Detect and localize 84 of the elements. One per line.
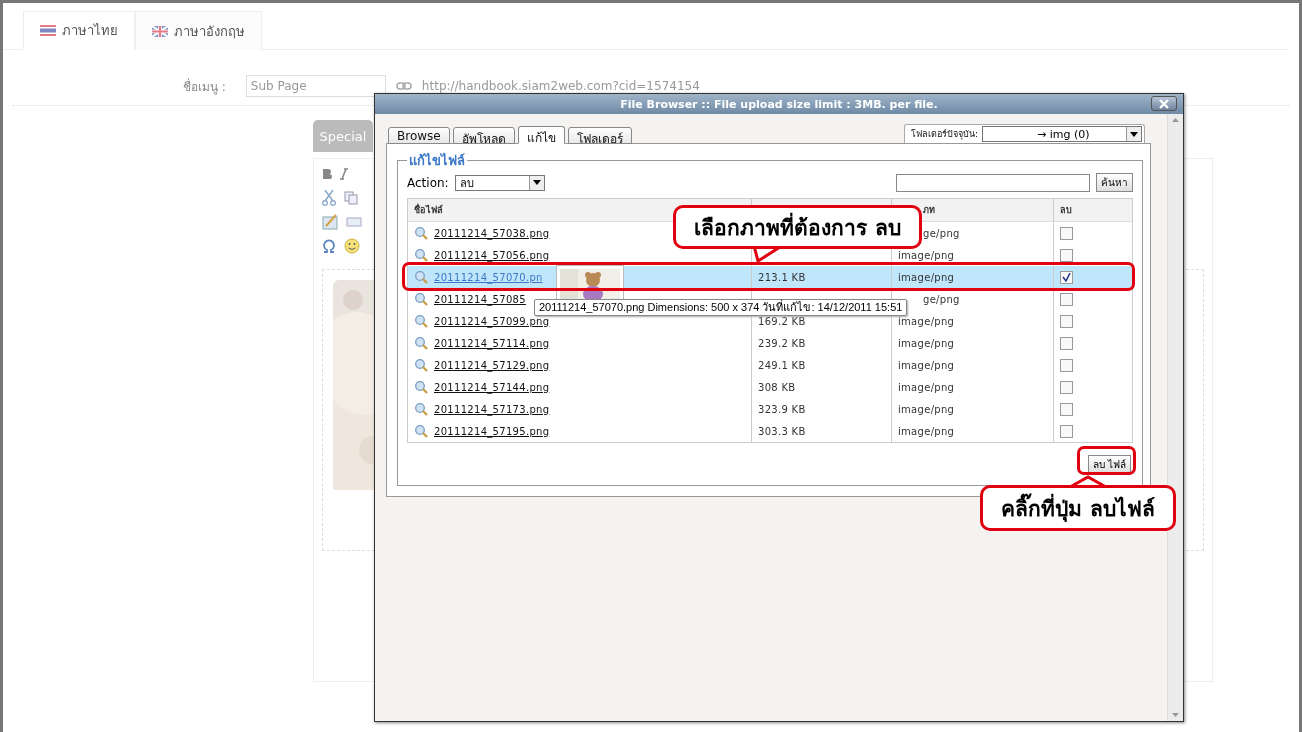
file-link[interactable]: 20111214_57114.png: [434, 337, 550, 349]
copy-icon: [344, 191, 358, 205]
search-icon: [414, 248, 428, 262]
file-link[interactable]: 20111214_57070.pn: [434, 271, 543, 283]
tooltip: 20111214_57070.png Dimensions: 500 x 374 วันที่แก้ไข: 14/12/2011 15:51: [534, 299, 908, 316]
column-header: ชื่อไฟล์: [414, 203, 444, 217]
checkbox[interactable]: [1060, 226, 1073, 240]
file-link[interactable]: 20111214_57099.png: [434, 315, 550, 327]
highlight-ring: [1077, 446, 1136, 475]
checkbox[interactable]: [1060, 314, 1073, 328]
file-type: image/png: [898, 403, 955, 415]
dialog-tab[interactable]: โฟลเดอร์: [567, 127, 632, 144]
file-link[interactable]: 20111214_57129.png: [434, 359, 550, 371]
file-size: 323.9 KB: [758, 403, 806, 415]
file-link[interactable]: 20111214_57144.png: [434, 381, 550, 393]
dialog-tab[interactable]: แก้ไข: [517, 126, 565, 144]
dialog-title: File Browser :: File upload size limit : 3MB. per file.: [620, 97, 938, 111]
flag-icon: [152, 25, 168, 37]
file-size: 169.2 KB: [758, 315, 806, 327]
link-icon: [395, 82, 412, 90]
cut-icon: [322, 190, 336, 206]
column-header: ภท: [922, 204, 936, 217]
checkbox[interactable]: [1060, 336, 1073, 350]
action-label: Action:: [407, 175, 449, 190]
search-icon: [414, 424, 428, 438]
group-title: แก้ไขไฟล์: [408, 152, 466, 170]
file-size: 249.1 KB: [758, 359, 806, 371]
file-size: 213.1 KB: [758, 271, 806, 283]
folder-label: โฟลเดอร์ปัจจุบัน:: [910, 128, 978, 141]
checkbox[interactable]: [1060, 292, 1073, 306]
checkbox[interactable]: [1060, 424, 1073, 438]
search-icon: [414, 336, 428, 350]
file-type: image/png: [898, 271, 955, 283]
file-type: ge/png: [922, 227, 960, 239]
checkbox[interactable]: [1060, 270, 1073, 284]
action-select[interactable]: ลบ: [454, 174, 545, 191]
close-button[interactable]: [1151, 96, 1177, 111]
search-button[interactable]: ค้นหา: [1096, 173, 1133, 192]
search-icon: [414, 292, 428, 306]
caret-icon: [532, 180, 541, 185]
file-type: image/png: [898, 249, 955, 261]
caret-icon: [1130, 131, 1138, 137]
table-icon: [322, 214, 338, 230]
column-header: ลบ: [1060, 204, 1073, 217]
omega-icon: [322, 239, 336, 253]
search-icon: [414, 402, 428, 416]
search-icon: [414, 270, 428, 284]
language-tab[interactable]: ภาษาไทย: [23, 11, 135, 50]
file-link[interactable]: 20111214_57195.png: [434, 425, 550, 437]
file-size: 303.3 KB: [758, 425, 806, 437]
file-type: image/png: [898, 381, 955, 393]
checkbox[interactable]: [1060, 380, 1073, 394]
scroll-up-icon[interactable]: [1172, 118, 1179, 122]
file-link[interactable]: 20111214_57173.png: [434, 403, 550, 415]
file-link[interactable]: 20111214_57038.png: [434, 227, 550, 239]
search-icon: [414, 314, 428, 328]
flag-icon: [40, 25, 56, 36]
folder-select[interactable]: → img (0): [982, 126, 1142, 142]
file-type: image/png: [898, 359, 955, 371]
checkbox[interactable]: [1060, 358, 1073, 372]
search-icon: [414, 226, 428, 240]
search-icon: [414, 358, 428, 372]
search-field[interactable]: [896, 173, 1090, 192]
file-size: 239.2 KB: [758, 337, 806, 349]
checkbox[interactable]: [1060, 402, 1073, 416]
file-type: image/png: [898, 425, 955, 437]
dialog-tab[interactable]: Browse: [388, 127, 450, 144]
scroll-down-icon[interactable]: [1172, 713, 1179, 717]
file-type: ge/png: [922, 293, 960, 305]
file-link[interactable]: 20111214_57056.png: [434, 249, 550, 261]
close-icon: [1159, 98, 1169, 109]
italic-icon: [340, 168, 348, 180]
file-type: image/png: [898, 315, 955, 327]
smiley-icon: [344, 238, 360, 254]
language-tab[interactable]: ภาษาอังกฤษ: [135, 11, 262, 50]
field-label: ชื่อเมนู :: [183, 77, 226, 96]
file-size: 308 KB: [758, 381, 796, 393]
page-url: http://handbook.siam2web.com?cid=1574154: [421, 79, 700, 93]
file-type: image/png: [898, 337, 955, 349]
file-link[interactable]: 20111214_57085: [434, 293, 526, 305]
search-icon: [414, 380, 428, 394]
checkbox[interactable]: [1060, 248, 1073, 262]
dialog-tab[interactable]: อัพโหลด: [452, 127, 515, 144]
bold-icon: [322, 168, 332, 180]
